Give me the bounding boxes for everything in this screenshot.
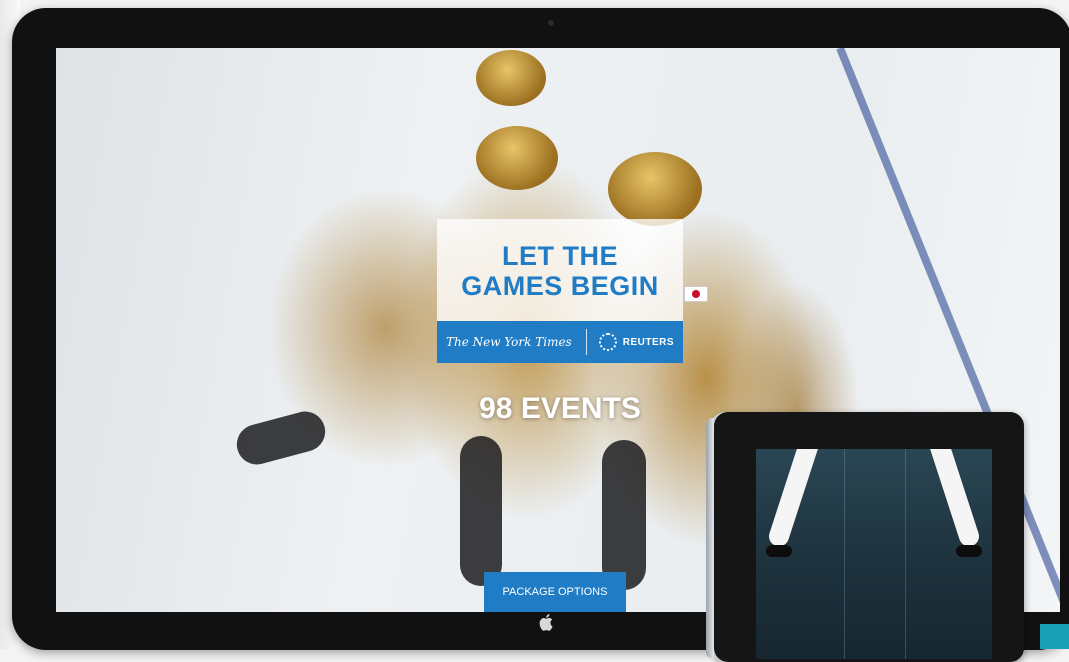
headline-panel: LET THE GAMES BEGIN (437, 219, 683, 321)
apple-icon (539, 614, 553, 631)
camera-icon (548, 20, 554, 26)
teal-corner-block (1040, 624, 1069, 649)
partner-logos-bar: The New York Times REUTERS (437, 321, 683, 363)
skater-leg (460, 436, 502, 586)
events-count: 98 EVENTS (479, 392, 641, 425)
illustration-leg (922, 449, 982, 549)
japan-flag-icon (684, 286, 708, 302)
reuters-logo: REUTERS (587, 333, 674, 351)
illustration-shoe (766, 545, 792, 557)
skater-helmet (476, 50, 546, 106)
tablet-edge (706, 418, 714, 658)
skate-boot-illustration (844, 449, 906, 659)
reuters-icon (598, 333, 617, 351)
nyt-logo: The New York Times (445, 335, 572, 349)
package-options-button[interactable]: PACKAGE OPTIONS (484, 572, 626, 612)
skater-helmet (608, 152, 702, 226)
headline: LET THE GAMES BEGIN (461, 241, 659, 301)
skater-helmet (476, 126, 558, 190)
tablet-screen (756, 449, 992, 659)
illustration-shoe (956, 545, 982, 557)
skater-leg (602, 440, 646, 590)
tablet-device (706, 412, 1024, 662)
illustration-leg (766, 449, 826, 549)
skater-leg (232, 407, 330, 469)
